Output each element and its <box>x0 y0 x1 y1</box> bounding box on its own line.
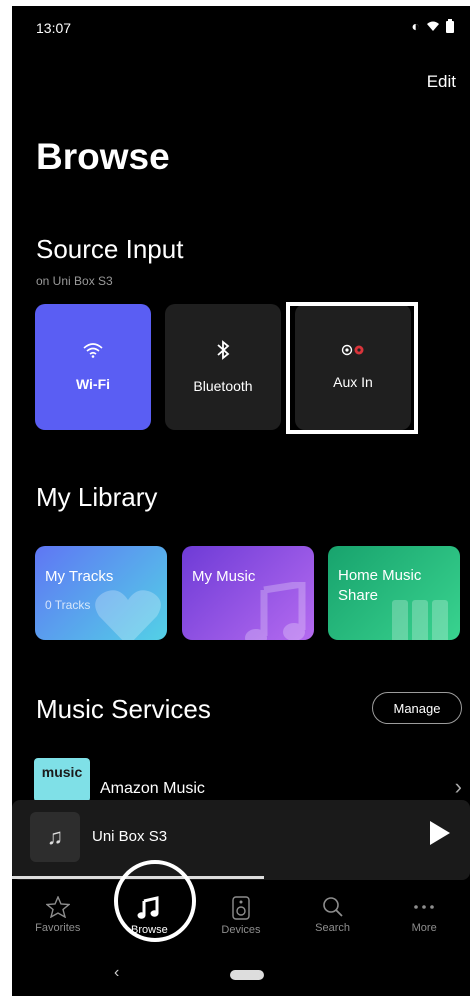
tab-browse-label: Browse <box>131 924 168 936</box>
bottom-tab-bar: Favorites Browse Devices Search More <box>12 888 470 958</box>
aux-icon <box>341 344 364 356</box>
music-note-icon <box>245 582 306 640</box>
status-time: 13:07 <box>36 20 72 36</box>
vibrate-icon: ◐ <box>411 18 420 34</box>
battery-icon <box>446 19 454 33</box>
now-playing-bar[interactable]: ♫ Uni Box S3 <box>12 800 470 880</box>
star-icon <box>45 896 70 918</box>
source-aux-label: Aux In <box>333 374 373 390</box>
tab-more-label: More <box>411 922 437 934</box>
music-services-title: Music Services <box>36 694 211 724</box>
my-library-title: My Library <box>36 482 158 512</box>
edit-button[interactable]: Edit <box>427 72 456 92</box>
now-playing-artwork: ♫ <box>30 812 80 862</box>
wifi-icon <box>83 343 103 358</box>
library-home-music-share-label: Home Music Share <box>338 567 422 604</box>
amazon-music-logo: music <box>34 758 90 802</box>
source-input-title: Source Input <box>36 234 184 264</box>
music-note-icon: ♫ <box>46 824 64 849</box>
service-name: Amazon Music <box>100 780 205 797</box>
source-input-subtitle: on Uni Box S3 <box>36 274 113 288</box>
back-icon[interactable]: ‹ <box>114 964 119 982</box>
library-my-tracks-count: 0 Tracks <box>45 598 91 612</box>
wifi-icon <box>427 21 439 31</box>
library-my-music-label: My Music <box>192 568 256 585</box>
source-wifi-tile[interactable]: Wi-Fi <box>35 304 151 430</box>
playback-progress-bar <box>12 876 264 879</box>
tab-search-label: Search <box>315 922 350 934</box>
source-bluetooth-tile[interactable]: Bluetooth <box>165 304 281 430</box>
play-icon[interactable] <box>428 820 452 846</box>
library-home-music-share-card[interactable]: Home Music Share <box>328 546 460 640</box>
system-navigation-bar: ‹ <box>12 958 470 996</box>
source-wifi-label: Wi-Fi <box>75 376 111 392</box>
status-icons: ◐ <box>412 18 454 34</box>
phone-screen: 13:07 ◐ Edit Browse Source Input on Uni … <box>12 6 470 996</box>
chevron-right-icon: › <box>454 774 462 799</box>
tab-favorites-label: Favorites <box>35 922 81 934</box>
more-icon <box>414 905 434 909</box>
library-my-tracks-card[interactable]: My Tracks 0 Tracks <box>35 546 167 640</box>
bluetooth-icon <box>217 340 230 360</box>
tab-more[interactable]: More <box>378 888 470 958</box>
speaker-icon <box>232 896 250 920</box>
now-playing-device: Uni Box S3 <box>92 828 168 845</box>
tab-devices-label: Devices <box>221 924 261 936</box>
tab-browse[interactable]: Browse <box>104 888 196 958</box>
library-my-music-card[interactable]: My Music <box>182 546 314 640</box>
heart-icon <box>95 590 161 640</box>
tab-devices[interactable]: Devices <box>195 888 287 958</box>
source-bluetooth-label: Bluetooth <box>193 378 253 394</box>
source-aux-tile[interactable]: Aux In <box>295 304 411 430</box>
tab-search[interactable]: Search <box>287 888 379 958</box>
search-icon <box>322 897 343 917</box>
home-handle[interactable] <box>230 970 264 980</box>
manage-button[interactable]: Manage <box>372 692 462 724</box>
tab-favorites[interactable]: Favorites <box>12 888 104 958</box>
page-title: Browse <box>36 136 170 177</box>
library-my-tracks-label: My Tracks <box>45 568 114 585</box>
amazon-music-logo-text: music <box>41 764 83 780</box>
music-note-icon <box>137 896 159 919</box>
service-amazon-music-row[interactable]: music Amazon Music › <box>34 758 466 804</box>
